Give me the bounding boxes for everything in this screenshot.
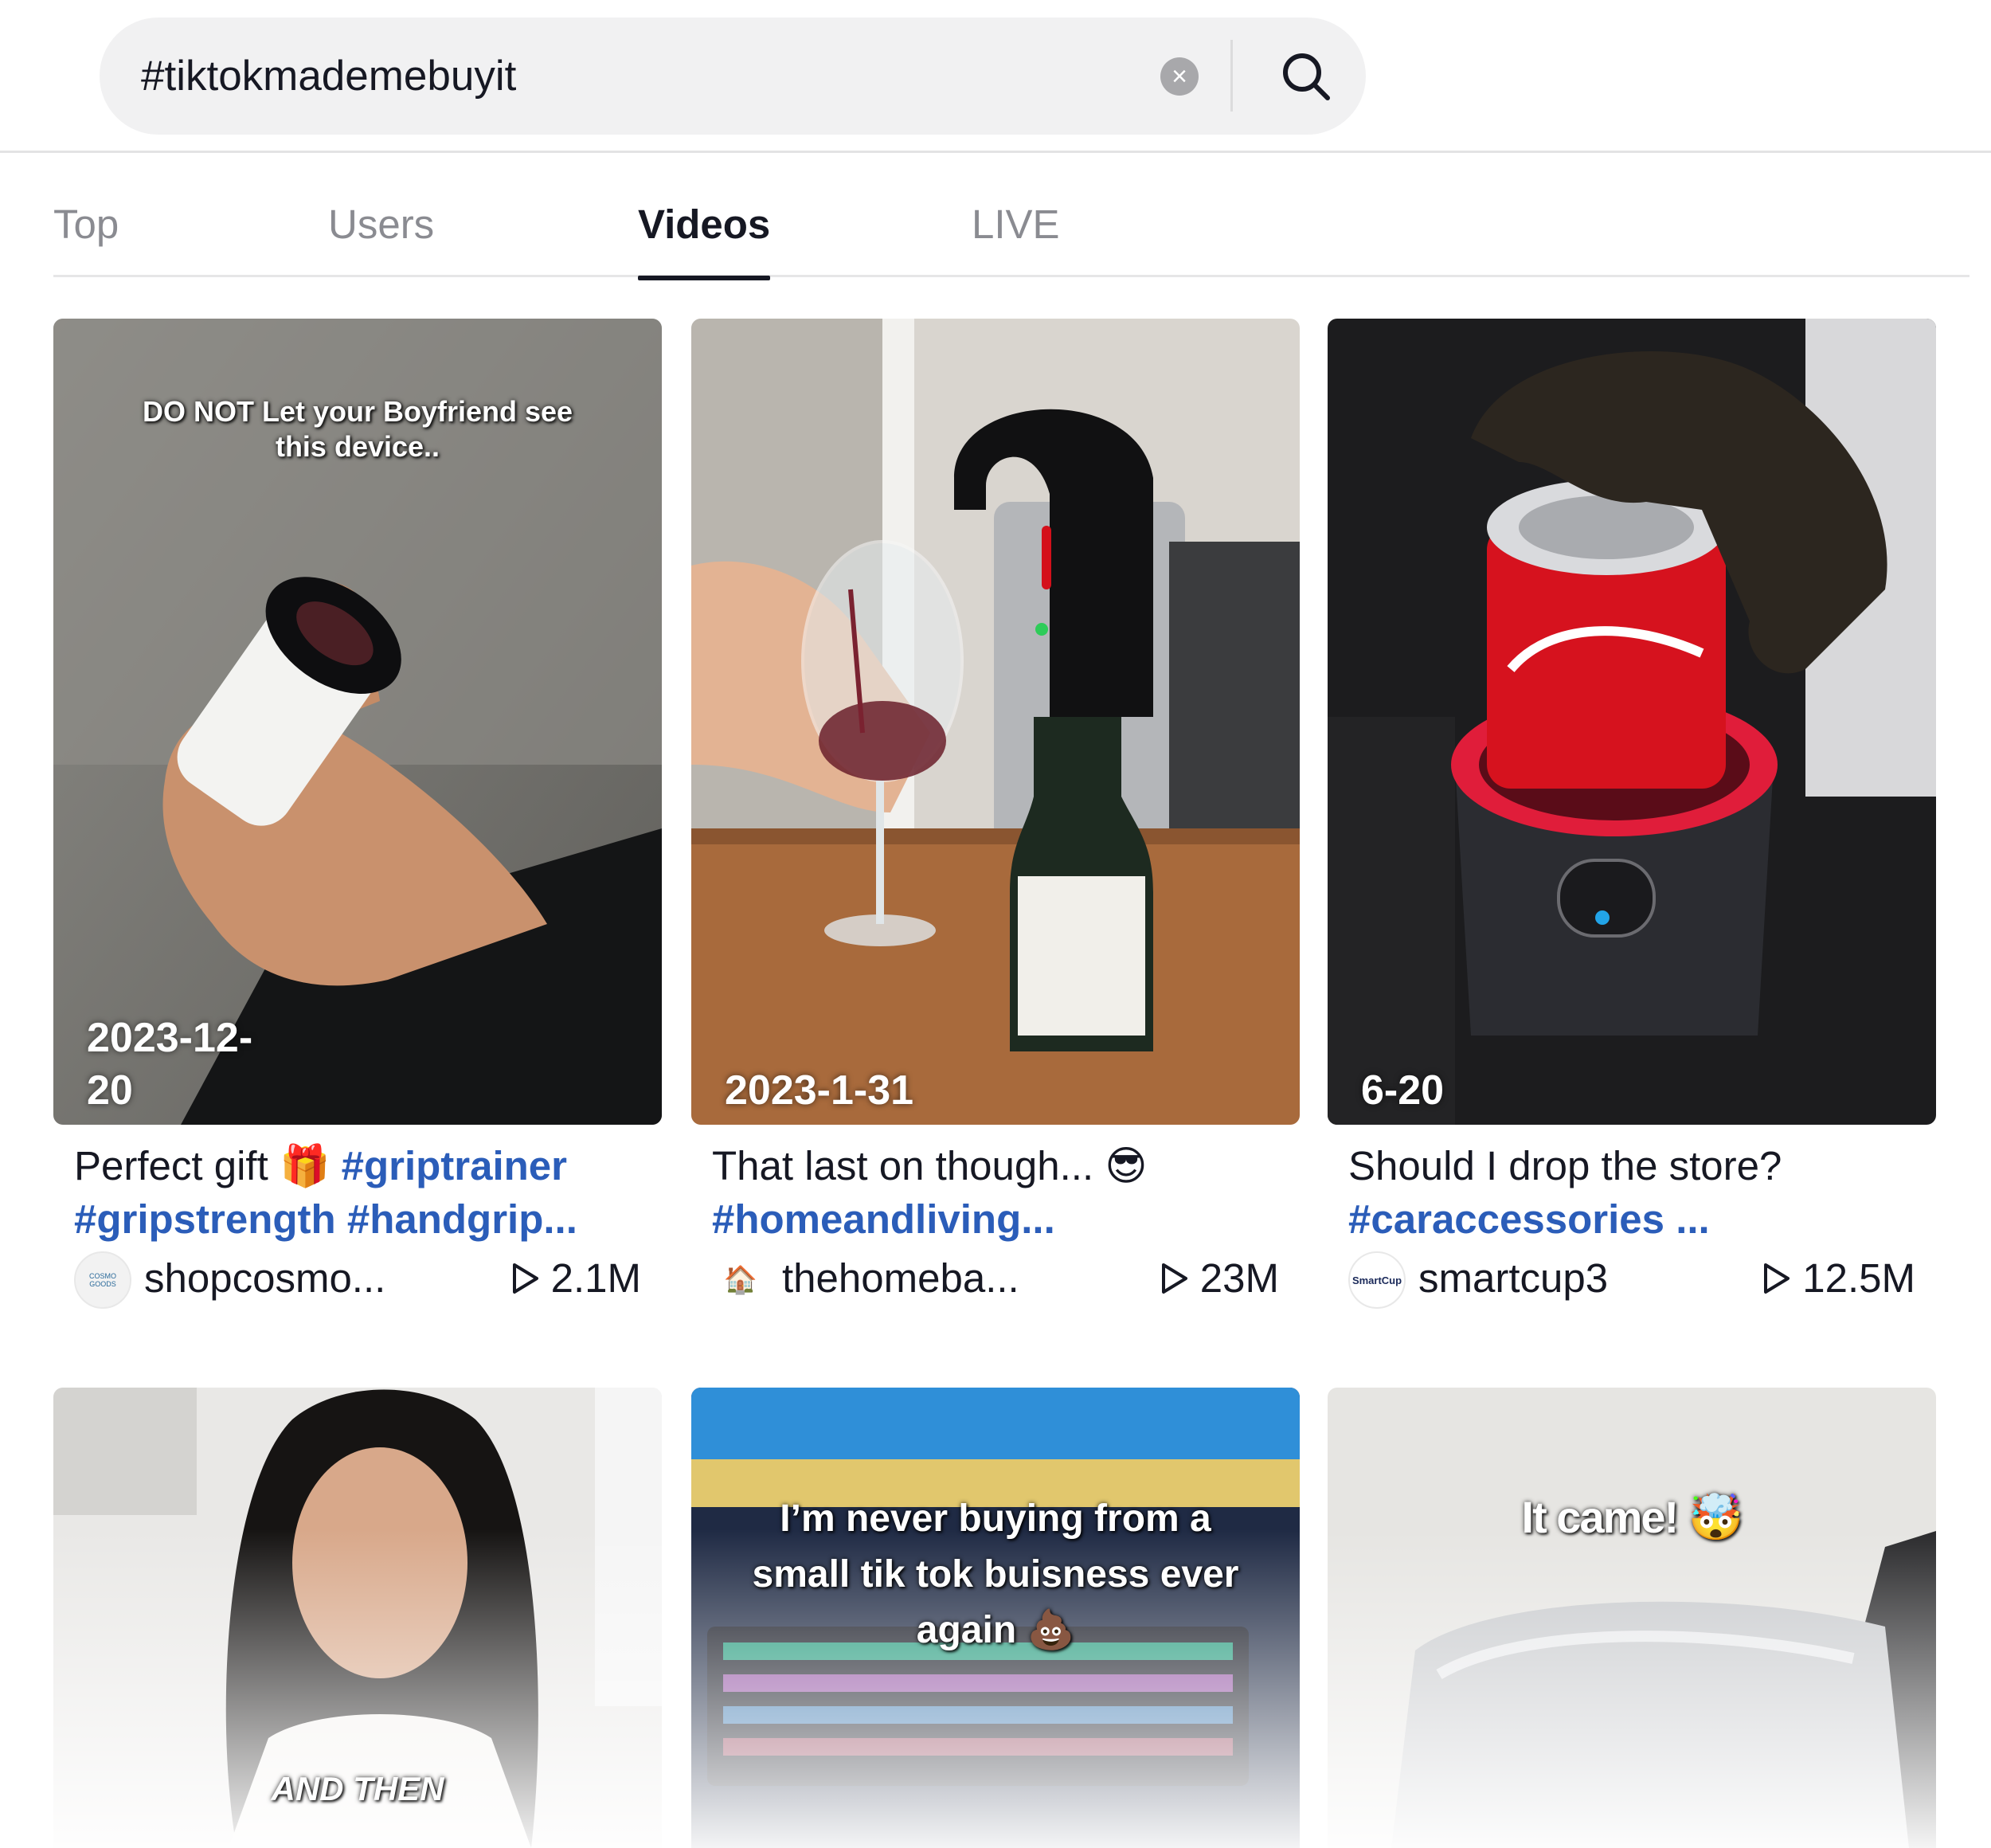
video-caption: Should I drop the store? #caraccessories …: [1348, 1139, 1922, 1246]
view-count: 2.1M: [511, 1255, 641, 1302]
video-thumbnail[interactable]: It came! 🤯: [1328, 1388, 1936, 1848]
caption-hashtags[interactable]: #caraccessories ...: [1348, 1196, 1710, 1242]
avatar[interactable]: COSMO GOODS: [74, 1251, 131, 1309]
close-icon: ×: [1172, 61, 1187, 92]
video-overlay-text: I’m never buying from a small tik tok bu…: [752, 1498, 1239, 1651]
video-date: 2023-12-20: [87, 1015, 253, 1114]
author-name[interactable]: smartcup3: [1418, 1255, 1608, 1302]
video-thumbnail[interactable]: AND THEN: [53, 1388, 662, 1848]
video-date: 6-20: [1361, 1067, 1445, 1114]
thumbnail-image: [1328, 319, 1936, 1125]
tab-videos[interactable]: Videos: [638, 201, 771, 280]
author-name[interactable]: shopcosmo...: [144, 1255, 385, 1302]
video-meta: COSMO GOODS shopcosmo... 2.1M: [74, 1247, 641, 1309]
search-button[interactable]: [1262, 33, 1350, 119]
video-thumbnail[interactable]: I’m never buying from a small tik tok bu…: [691, 1388, 1300, 1848]
tab-live[interactable]: LIVE: [972, 201, 1060, 277]
search-tabs: Top Users Videos LIVE: [53, 185, 1969, 280]
video-caption: Perfect gift 🎁 #griptrainer #gripstrengt…: [74, 1139, 647, 1246]
play-icon: [1764, 1263, 1790, 1294]
view-count: 23M: [1160, 1255, 1279, 1302]
caption-text: Should I drop the store?: [1348, 1143, 1782, 1188]
play-icon: [512, 1263, 538, 1294]
view-count: 12.5M: [1762, 1255, 1915, 1302]
caption-text: Perfect gift 🎁: [74, 1143, 342, 1188]
tab-top[interactable]: Top: [53, 201, 119, 277]
avatar-label: 🏠: [723, 1265, 758, 1295]
avatar[interactable]: 🏠: [712, 1251, 769, 1309]
video-meta: 🏠 thehomeba... 23M: [712, 1247, 1279, 1309]
search-divider: [1230, 40, 1233, 112]
caption-text: That last on though... 😎: [712, 1143, 1148, 1188]
caption-hashtags[interactable]: #homeandliving...: [712, 1196, 1055, 1242]
video-thumbnail[interactable]: 2023-1-31: [691, 319, 1300, 1125]
video-overlay-text: DO NOT Let your Boyfriend see this devic…: [142, 395, 573, 463]
play-icon: [1161, 1263, 1187, 1294]
top-bar: ×: [0, 0, 1991, 153]
search-icon: [1283, 53, 1330, 100]
view-count-value: 12.5M: [1802, 1255, 1915, 1301]
search-input[interactable]: [141, 18, 1160, 135]
search-bar: ×: [100, 18, 1366, 135]
video-overlay-text: It came! 🤯: [1521, 1492, 1744, 1542]
thumbnail-fade: [1328, 1529, 1936, 1848]
video-caption: That last on though... 😎 #homeandliving..…: [712, 1139, 1285, 1246]
avatar-label: SmartCup: [1351, 1274, 1402, 1286]
video-thumbnail[interactable]: 6-20: [1328, 319, 1936, 1125]
author-name[interactable]: thehomeba...: [782, 1255, 1019, 1302]
video-date: 2023-1-31: [725, 1067, 914, 1114]
tab-users[interactable]: Users: [328, 201, 434, 277]
view-count-value: 23M: [1199, 1255, 1279, 1301]
clear-search-button[interactable]: ×: [1160, 57, 1199, 96]
video-overlay-text: AND THEN: [271, 1770, 444, 1807]
thumbnail-image: [691, 319, 1300, 1125]
view-count-value: 2.1M: [550, 1255, 641, 1301]
video-thumbnail[interactable]: DO NOT Let your Boyfriend see this devic…: [53, 319, 662, 1125]
avatar[interactable]: SmartCup: [1348, 1251, 1406, 1309]
avatar-label: COSMO GOODS: [88, 1272, 116, 1288]
video-meta: SmartCup smartcup3 12.5M: [1348, 1247, 1915, 1309]
